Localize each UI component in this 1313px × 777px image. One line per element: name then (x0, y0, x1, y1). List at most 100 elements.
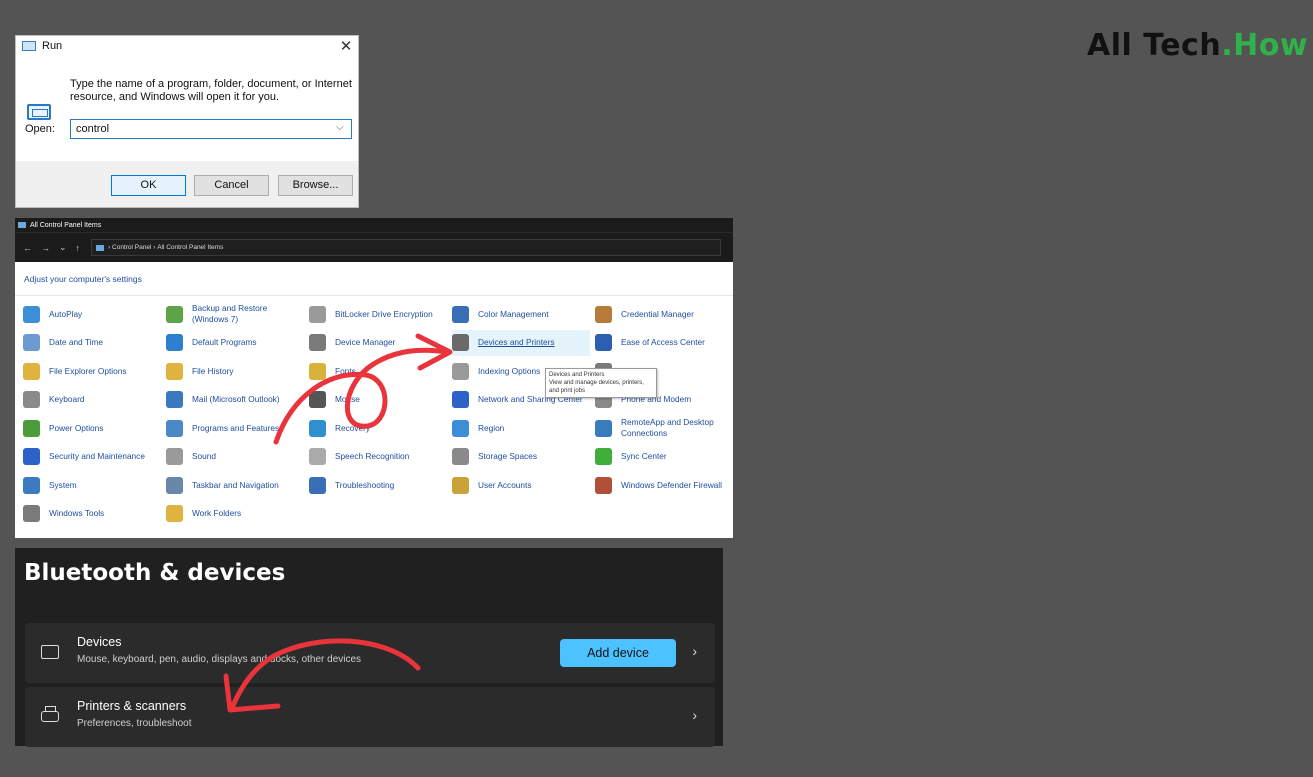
cancel-button[interactable]: Cancel (194, 175, 269, 196)
cp-item[interactable]: Keyboard (23, 387, 161, 413)
cp-item[interactable]: Taskbar and Navigation (166, 472, 304, 498)
cp-item[interactable]: Security and Maintenance (23, 444, 161, 470)
run-title: Run (42, 40, 63, 52)
cp-item[interactable]: Date and Time (23, 330, 161, 356)
chevron-right-icon[interactable]: › (692, 707, 697, 723)
back-icon[interactable]: ← (23, 243, 32, 253)
cp-item-label: System (49, 479, 77, 490)
cp-item-icon (452, 305, 469, 323)
cp-item-icon (452, 476, 469, 494)
close-icon[interactable]: ✕ (338, 37, 354, 55)
cp-item[interactable]: Region (452, 415, 590, 441)
chevron-right-icon[interactable]: › (692, 643, 697, 659)
cp-item-icon (23, 305, 40, 323)
cp-item-label: Recovery (335, 422, 371, 433)
cp-item[interactable]: Color Management (452, 301, 590, 327)
cp-item-label: File Explorer Options (49, 365, 127, 376)
ok-button[interactable]: OK (111, 175, 186, 196)
keyboard-icon (41, 645, 59, 659)
cp-item[interactable]: Sync Center (595, 444, 733, 470)
cp-item[interactable]: BitLocker Drive Encryption (309, 301, 447, 327)
open-label: Open: (25, 123, 55, 135)
printers-subtitle: Preferences, troubleshoot (77, 718, 192, 729)
up-icon[interactable]: ↑ (76, 243, 81, 253)
tooltip-text: View and manage devices, printers, and p… (549, 380, 644, 394)
chevron-down-icon[interactable]: ⌵ (336, 122, 344, 133)
cp-item[interactable]: File History (166, 358, 304, 384)
cp-item[interactable]: Windows Tools (23, 501, 161, 527)
cp-item-icon (23, 391, 40, 408)
cp-item[interactable]: File Explorer Options (23, 358, 161, 384)
cp-item-label: Power Options (49, 422, 104, 433)
cp-item-label: AutoPlay (49, 308, 83, 319)
cp-item[interactable]: Devices and Printers (452, 329, 590, 356)
cp-item[interactable]: Troubleshooting (309, 472, 447, 498)
cp-item-icon (309, 448, 326, 465)
cp-item[interactable]: Mail (Microsoft Outlook) (166, 387, 304, 413)
cp-item[interactable]: Sound (166, 444, 304, 470)
printers-scanners-card[interactable]: Printers & scanners Preferences, trouble… (25, 687, 715, 747)
run-description: Type the name of a program, folder, docu… (70, 78, 352, 103)
cp-item-label: Taskbar and Navigation (192, 479, 279, 490)
cp-item[interactable]: Work Folders (166, 501, 304, 527)
cp-item-icon (452, 362, 469, 380)
cp-item-icon (595, 476, 612, 494)
cp-item-icon (595, 305, 612, 323)
control-panel-icon (96, 244, 105, 251)
breadcrumb-control-panel[interactable]: Control Panel (112, 244, 151, 251)
cp-item-label: Keyboard (49, 394, 85, 404)
cp-item[interactable]: RemoteApp and Desktop Connections (595, 415, 733, 441)
cp-item[interactable]: Power Options (23, 415, 161, 441)
cp-item-label: Windows Tools (49, 508, 105, 518)
cp-heading: Adjust your computer's settings (15, 262, 733, 296)
cp-item[interactable]: Storage Spaces (452, 444, 590, 470)
cp-item-icon (309, 476, 326, 494)
cp-item-icon (23, 505, 40, 522)
cp-item-icon (166, 448, 183, 465)
cp-item-icon (452, 391, 469, 408)
cp-item-label: Indexing Options (478, 365, 541, 376)
cp-item-label: Default Programs (192, 337, 257, 347)
cp-item[interactable]: Mouse (309, 387, 447, 413)
cp-item-icon (452, 334, 469, 351)
cp-item-icon (23, 476, 40, 494)
cp-item[interactable]: Ease of Access Center (595, 330, 733, 356)
forward-icon[interactable]: → (41, 243, 50, 253)
printers-title: Printers & scanners (77, 699, 187, 713)
cp-item-icon (452, 419, 469, 437)
address-bar[interactable]: › Control Panel › All Control Panel Item… (91, 239, 722, 256)
cp-item[interactable]: Device Manager (309, 330, 447, 356)
browse-button[interactable]: Browse... (278, 175, 353, 196)
cp-item[interactable]: System (23, 472, 161, 498)
cp-item[interactable]: AutoPlay (23, 301, 161, 327)
run-app-icon (22, 41, 36, 51)
cp-item[interactable]: Programs and Features (166, 415, 304, 441)
open-input[interactable] (70, 119, 352, 139)
printer-icon (41, 706, 59, 722)
cp-item[interactable]: Speech Recognition (309, 444, 447, 470)
cp-item[interactable]: Fonts (309, 358, 447, 384)
cp-item-label: Region (478, 422, 505, 433)
cp-item-icon (452, 448, 469, 465)
cp-item-label: Speech Recognition (335, 451, 410, 461)
add-device-button[interactable]: Add device (560, 639, 676, 667)
cp-item[interactable]: Recovery (309, 415, 447, 441)
breadcrumb-all-items[interactable]: All Control Panel Items (157, 244, 223, 251)
cp-item-label: Sound (192, 451, 216, 461)
cp-item[interactable]: User Accounts (452, 472, 590, 498)
cp-item-label: Windows Defender Firewall (621, 479, 722, 490)
run-program-icon (27, 104, 51, 120)
cp-item-icon (23, 334, 40, 351)
cp-item[interactable]: Credential Manager (595, 301, 733, 327)
cp-item-icon (166, 505, 183, 522)
cp-title: All Control Panel Items (30, 221, 102, 229)
cp-item[interactable]: Windows Defender Firewall (595, 472, 733, 498)
cp-item-icon (309, 419, 326, 437)
cp-item-label: Device Manager (335, 337, 396, 347)
cp-item[interactable]: Backup and Restore (Windows 7) (166, 301, 304, 327)
cp-item-icon (309, 305, 326, 323)
recent-icon[interactable]: ⌄ (59, 242, 67, 253)
devices-card[interactable]: Devices Mouse, keyboard, pen, audio, dis… (25, 623, 715, 683)
tooltip-title: Devices and Printers (549, 372, 605, 378)
cp-item[interactable]: Default Programs (166, 330, 304, 356)
